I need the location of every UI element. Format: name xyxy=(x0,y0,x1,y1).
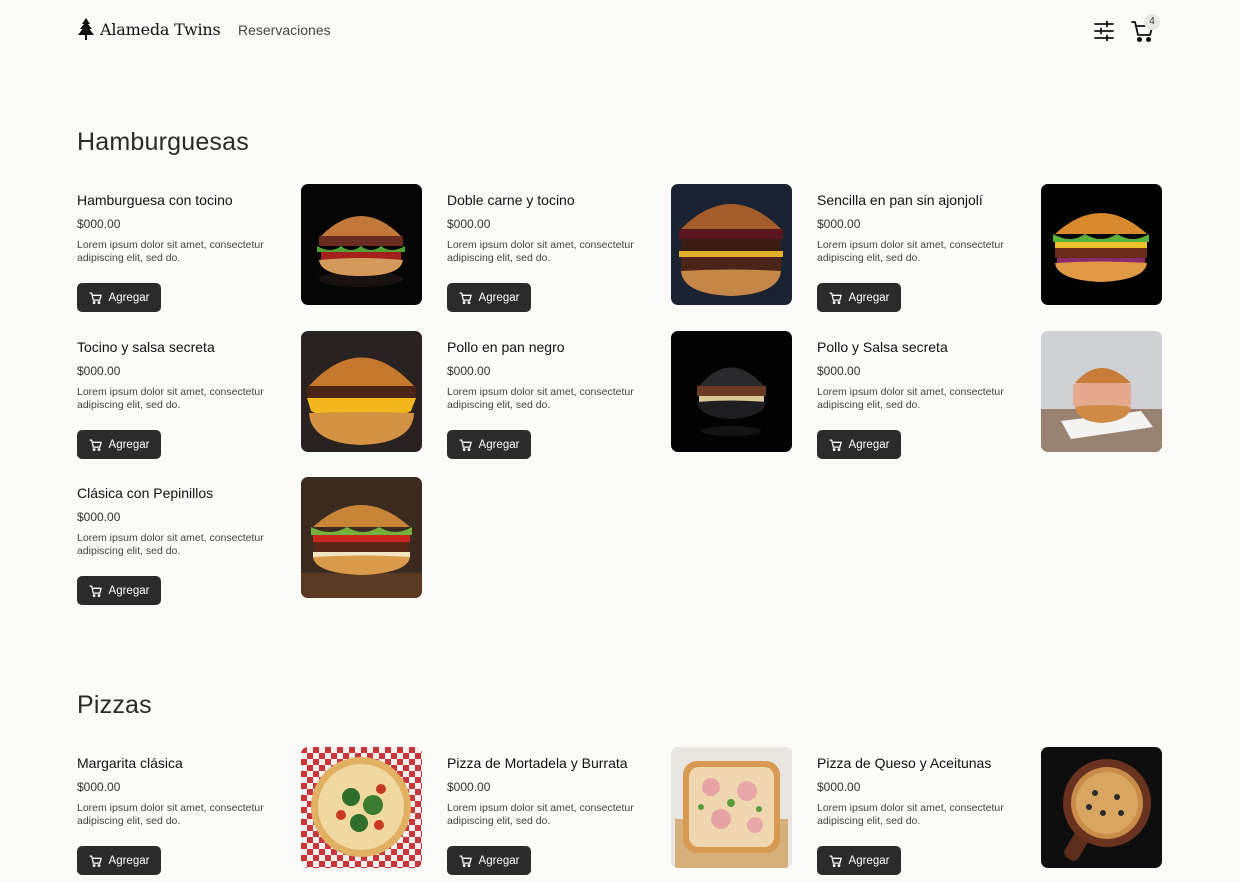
item-description: Lorem ipsum dolor sit amet, consectetur … xyxy=(817,239,1004,264)
item-description: Lorem ipsum dolor sit amet, consectetur … xyxy=(447,802,634,827)
menu-item-card: Tocino y salsa secreta $000.00 Lorem ips… xyxy=(77,331,423,460)
item-photo[interactable] xyxy=(1041,184,1162,305)
add-button-label: Agregar xyxy=(848,291,890,304)
nav-link-reservations[interactable]: Reservaciones xyxy=(238,22,331,38)
cart-icon xyxy=(458,438,473,452)
item-photo[interactable] xyxy=(671,331,792,452)
item-name: Sencilla en pan sin ajonjolí xyxy=(817,192,983,208)
item-photo[interactable] xyxy=(671,747,792,868)
item-description: Lorem ipsum dolor sit amet, consectetur … xyxy=(77,802,264,827)
add-button-label: Agregar xyxy=(478,854,520,867)
item-name: Clásica con Pepinillos xyxy=(77,485,214,501)
add-to-cart-button[interactable]: Agregar xyxy=(817,283,901,312)
item-description: Lorem ipsum dolor sit amet, consectetur … xyxy=(447,386,634,411)
add-button-label: Agregar xyxy=(478,291,520,304)
add-button-label: Agregar xyxy=(848,854,890,867)
add-to-cart-button[interactable]: Agregar xyxy=(77,846,161,875)
item-name: Pollo en pan negro xyxy=(447,339,565,355)
item-price: $000.00 xyxy=(817,217,861,231)
item-price: $000.00 xyxy=(817,780,861,794)
item-photo[interactable] xyxy=(671,184,792,305)
cart-icon xyxy=(458,854,473,868)
item-price: $000.00 xyxy=(77,364,121,378)
menu-item-card: Pizza de Queso y Aceitunas $000.00 Lorem… xyxy=(817,747,1163,876)
add-to-cart-button[interactable]: Agregar xyxy=(447,430,531,459)
section-title-hamburguesas: Hamburguesas xyxy=(77,128,249,156)
add-button-label: Agregar xyxy=(108,584,150,597)
item-photo[interactable] xyxy=(1041,331,1162,452)
item-price: $000.00 xyxy=(447,364,491,378)
add-to-cart-button[interactable]: Agregar xyxy=(77,576,161,605)
item-name: Margarita clásica xyxy=(77,755,183,771)
menu-item-card: Sencilla en pan sin ajonjolí $000.00 Lor… xyxy=(817,184,1163,313)
menu-item-card: Clásica con Pepinillos $000.00 Lorem ips… xyxy=(77,477,423,606)
item-price: $000.00 xyxy=(817,364,861,378)
cart-count-badge: 4 xyxy=(1144,14,1160,30)
item-description: Lorem ipsum dolor sit amet, consectetur … xyxy=(77,386,264,411)
item-price: $000.00 xyxy=(447,217,491,231)
cart-icon xyxy=(88,854,103,868)
add-button-label: Agregar xyxy=(478,438,520,451)
menu-item-card: Pizza de Mortadela y Burrata $000.00 Lor… xyxy=(447,747,793,876)
add-to-cart-button[interactable]: Agregar xyxy=(817,846,901,875)
section-title-pizzas: Pizzas xyxy=(77,691,152,719)
add-button-label: Agregar xyxy=(848,438,890,451)
menu-item-card: Pollo y Salsa secreta $000.00 Lorem ipsu… xyxy=(817,331,1163,460)
add-to-cart-button[interactable]: Agregar xyxy=(77,283,161,312)
brand-logo[interactable]: Alameda Twins xyxy=(77,18,221,40)
item-name: Tocino y salsa secreta xyxy=(77,339,215,355)
cart-icon xyxy=(88,291,103,305)
item-name: Pizza de Mortadela y Burrata xyxy=(447,755,628,771)
item-price: $000.00 xyxy=(447,780,491,794)
item-photo[interactable] xyxy=(301,747,422,868)
item-price: $000.00 xyxy=(77,780,121,794)
item-name: Doble carne y tocino xyxy=(447,192,575,208)
add-to-cart-button[interactable]: Agregar xyxy=(817,430,901,459)
tree-icon xyxy=(77,18,95,40)
item-description: Lorem ipsum dolor sit amet, consectetur … xyxy=(817,386,1004,411)
top-navbar: Alameda Twins Reservaciones 4 xyxy=(0,0,1240,62)
item-description: Lorem ipsum dolor sit amet, consectetur … xyxy=(817,802,1004,827)
cart-icon xyxy=(828,854,843,868)
item-photo[interactable] xyxy=(1041,747,1162,868)
add-to-cart-button[interactable]: Agregar xyxy=(77,430,161,459)
add-button-label: Agregar xyxy=(108,438,150,451)
item-photo[interactable] xyxy=(301,331,422,452)
item-price: $000.00 xyxy=(77,217,121,231)
cart-icon xyxy=(88,438,103,452)
cart-icon xyxy=(458,291,473,305)
item-photo[interactable] xyxy=(301,184,422,305)
item-name: Hamburguesa con tocino xyxy=(77,192,233,208)
sliders-icon[interactable] xyxy=(1092,19,1116,43)
menu-item-card: Doble carne y tocino $000.00 Lorem ipsum… xyxy=(447,184,793,313)
item-description: Lorem ipsum dolor sit amet, consectetur … xyxy=(77,239,264,264)
item-description: Lorem ipsum dolor sit amet, consectetur … xyxy=(77,532,264,557)
cart-icon xyxy=(828,291,843,305)
item-description: Lorem ipsum dolor sit amet, consectetur … xyxy=(447,239,634,264)
cart-icon xyxy=(88,584,103,598)
menu-item-card: Margarita clásica $000.00 Lorem ipsum do… xyxy=(77,747,423,876)
cart-icon xyxy=(828,438,843,452)
item-price: $000.00 xyxy=(77,510,121,524)
item-photo[interactable] xyxy=(301,477,422,598)
add-to-cart-button[interactable]: Agregar xyxy=(447,846,531,875)
add-to-cart-button[interactable]: Agregar xyxy=(447,283,531,312)
add-button-label: Agregar xyxy=(108,291,150,304)
item-name: Pizza de Queso y Aceitunas xyxy=(817,755,992,771)
item-name: Pollo y Salsa secreta xyxy=(817,339,948,355)
add-button-label: Agregar xyxy=(108,854,150,867)
menu-item-card: Pollo en pan negro $000.00 Lorem ipsum d… xyxy=(447,331,793,460)
menu-item-card: Hamburguesa con tocino $000.00 Lorem ips… xyxy=(77,184,423,313)
brand-name: Alameda Twins xyxy=(100,19,221,39)
